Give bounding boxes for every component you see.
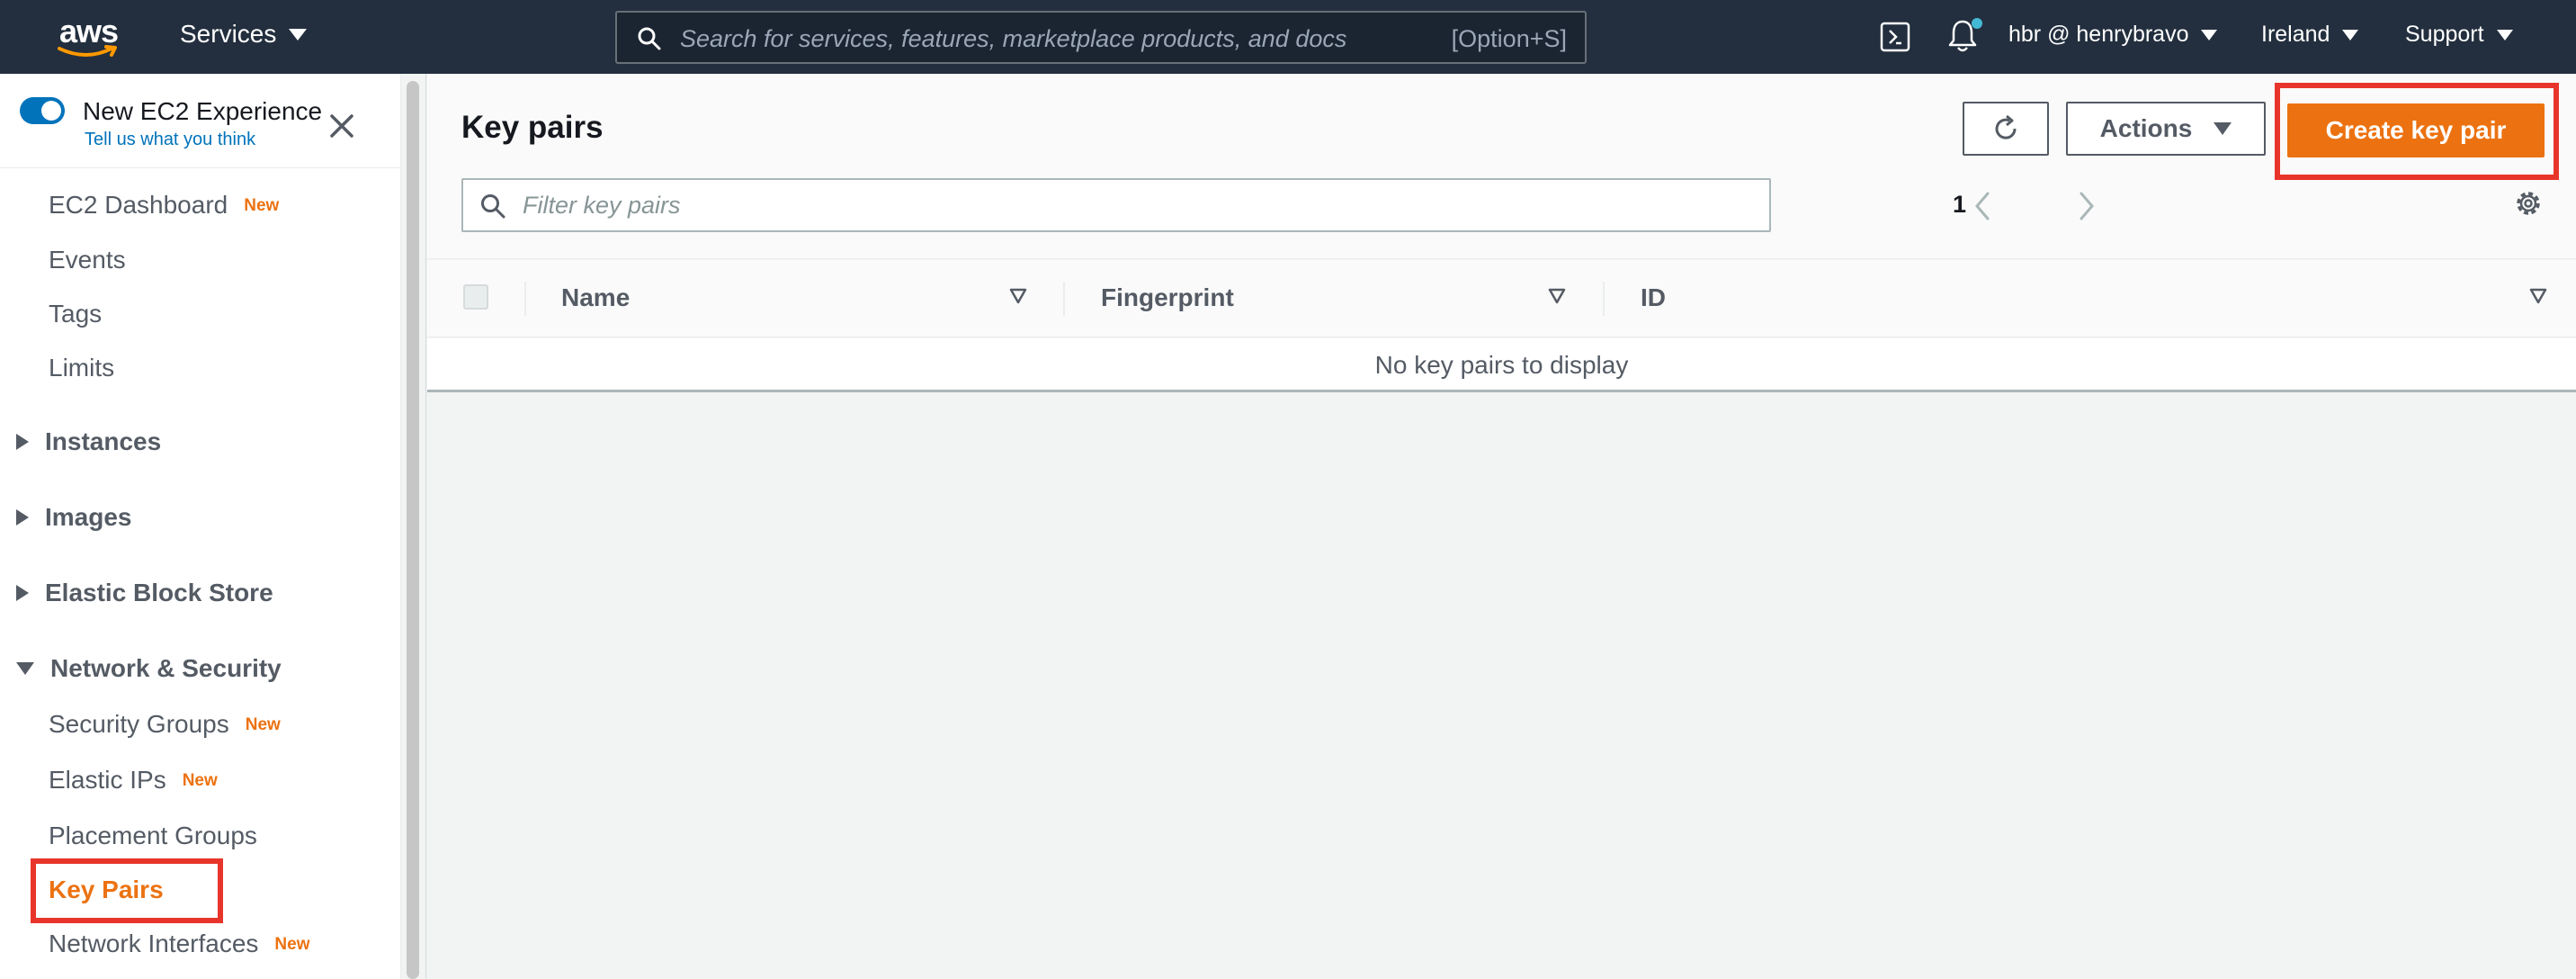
sidebar-section-instances[interactable]: Instances xyxy=(16,427,161,456)
sidebar-item-ec2-dashboard[interactable]: EC2 Dashboard New xyxy=(49,191,279,220)
new-experience-toggle[interactable] xyxy=(20,97,65,124)
caret-down-icon xyxy=(289,28,308,40)
close-icon[interactable] xyxy=(329,113,354,139)
actions-dropdown-button[interactable]: Actions xyxy=(2066,102,2266,156)
top-navigation-bar: aws Services Search for services, featur… xyxy=(0,0,2576,74)
caret-down-icon xyxy=(2201,29,2218,40)
sidebar-item-limits[interactable]: Limits xyxy=(49,354,114,382)
empty-table-message: No key pairs to display xyxy=(1374,351,1629,379)
expand-right-icon xyxy=(16,585,29,601)
new-experience-title: New EC2 Experience xyxy=(83,97,323,125)
search-icon xyxy=(638,27,661,50)
support-label: Support xyxy=(2405,22,2484,47)
key-pairs-highlight-box xyxy=(31,858,223,923)
chevron-left-icon[interactable] xyxy=(1972,191,1992,221)
filter-key-pairs-input[interactable] xyxy=(523,180,1764,230)
sidebar: New EC2 Experience Tell us what you thin… xyxy=(0,74,401,979)
sidebar-item-label: Tags xyxy=(49,300,103,328)
region-label: Ireland xyxy=(2261,22,2330,47)
feedback-link[interactable]: Tell us what you think xyxy=(85,130,255,150)
filter-box xyxy=(461,178,1771,232)
region-menu-button[interactable]: Ireland xyxy=(2261,22,2359,48)
sidebar-item-label: Placement Groups xyxy=(49,822,257,849)
sidebar-section-label: Elastic Block Store xyxy=(45,579,273,606)
account-menu-button[interactable]: hbr @ henrybravo xyxy=(2008,22,2218,48)
sidebar-section-label: Instances xyxy=(45,427,162,455)
table-header-row: Name Fingerprint ID xyxy=(427,260,2576,337)
sidebar-scrollbar-thumb[interactable] xyxy=(407,81,419,979)
services-label: Services xyxy=(180,20,277,48)
sidebar-item-label: Limits xyxy=(49,354,115,382)
caret-down-icon xyxy=(2342,29,2359,40)
sidebar-item-label: Events xyxy=(49,246,126,274)
new-badge: New xyxy=(245,715,281,734)
sidebar-item-events[interactable]: Events xyxy=(49,246,126,274)
sidebar-section-label: Network & Security xyxy=(50,654,282,682)
global-search-box[interactable]: Search for services, features, marketpla… xyxy=(615,11,1587,64)
services-menu-button[interactable]: Services xyxy=(180,20,308,49)
column-divider xyxy=(1063,282,1065,316)
select-all-checkbox[interactable] xyxy=(463,284,488,310)
sidebar-section-images[interactable]: Images xyxy=(16,503,132,532)
expand-down-icon xyxy=(16,662,34,675)
sort-icon[interactable] xyxy=(1008,287,1028,305)
column-divider xyxy=(1603,282,1605,316)
sidebar-section-elastic-block-store[interactable]: Elastic Block Store xyxy=(16,579,273,607)
aws-smile-icon xyxy=(58,45,117,57)
sidebar-item-tags[interactable]: Tags xyxy=(49,300,102,328)
sidebar-item-label: EC2 Dashboard xyxy=(49,191,228,219)
column-header-fingerprint[interactable]: Fingerprint xyxy=(1101,283,1234,312)
new-badge: New xyxy=(182,771,218,790)
new-badge: New xyxy=(244,196,280,215)
caret-down-icon xyxy=(2214,122,2232,135)
expand-right-icon xyxy=(16,434,29,450)
search-icon xyxy=(481,194,505,219)
page-number[interactable]: 1 xyxy=(1953,191,1966,219)
actions-label: Actions xyxy=(2099,114,2193,142)
column-divider xyxy=(524,282,526,316)
sidebar-section-label: Images xyxy=(45,503,132,531)
notification-dot xyxy=(1972,18,1982,29)
refresh-button[interactable] xyxy=(1963,102,2049,156)
table-body: No key pairs to display xyxy=(427,338,2576,392)
gear-icon[interactable] xyxy=(2512,187,2545,220)
sidebar-item-elastic-ips[interactable]: Elastic IPs New xyxy=(49,766,218,795)
sidebar-item-label: Network Interfaces xyxy=(49,930,259,957)
sidebar-item-label: Elastic IPs xyxy=(49,766,166,794)
sidebar-divider xyxy=(0,167,401,168)
page-title: Key pairs xyxy=(461,110,604,145)
caret-down-icon xyxy=(2496,29,2513,40)
column-header-name[interactable]: Name xyxy=(561,283,630,312)
aws-logo[interactable]: aws xyxy=(56,13,128,63)
create-button-highlight-box xyxy=(2275,83,2559,180)
support-menu-button[interactable]: Support xyxy=(2405,22,2513,48)
sidebar-item-label: Security Groups xyxy=(49,710,229,738)
refresh-icon xyxy=(1995,114,2017,139)
sidebar-item-security-groups[interactable]: Security Groups New xyxy=(49,710,281,739)
chevron-right-icon[interactable] xyxy=(2077,191,2097,221)
new-badge: New xyxy=(274,935,310,954)
account-label: hbr @ henrybravo xyxy=(2008,22,2189,47)
key-pairs-header: Key pairs Actions Create key pair 1 xyxy=(427,74,2576,259)
column-header-id[interactable]: ID xyxy=(1641,283,1666,312)
cloudshell-icon[interactable] xyxy=(1880,22,1910,52)
search-shortcut-hint: [Option+S] xyxy=(1451,25,1567,52)
sort-icon[interactable] xyxy=(2528,287,2548,305)
sidebar-item-network-interfaces[interactable]: Network Interfaces New xyxy=(49,930,310,958)
expand-right-icon xyxy=(16,509,29,525)
search-placeholder: Search for services, features, marketpla… xyxy=(680,25,1347,52)
sidebar-item-placement-groups[interactable]: Placement Groups xyxy=(49,822,257,850)
sort-icon[interactable] xyxy=(1547,287,1567,305)
sidebar-section-network-security[interactable]: Network & Security xyxy=(16,654,282,683)
